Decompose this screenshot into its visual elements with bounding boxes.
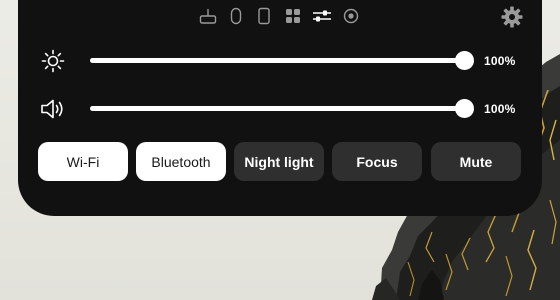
mute-toggle[interactable]: Mute — [431, 142, 521, 181]
focus-toggle-label: Focus — [356, 153, 398, 170]
focus-toggle[interactable]: Focus — [332, 142, 422, 181]
sliders-icon[interactable] — [311, 6, 333, 26]
wifi-toggle[interactable]: Wi-Fi — [38, 142, 128, 181]
volume-slider-row: 100% — [18, 94, 542, 124]
quick-toggles: Wi-Fi Bluetooth Night light Focus Mute — [38, 142, 522, 182]
brightness-value: 100% — [484, 54, 516, 68]
mouse-icon[interactable] — [225, 6, 247, 26]
quick-settings-tabs — [18, 6, 542, 26]
mute-toggle-label: Mute — [459, 153, 493, 170]
volume-slider[interactable] — [90, 99, 474, 118]
night-light-toggle[interactable]: Night light — [234, 142, 324, 181]
apps-grid-icon[interactable] — [282, 6, 304, 26]
volume-value: 100% — [484, 102, 516, 116]
bluetooth-toggle[interactable]: Bluetooth — [136, 142, 226, 181]
brightness-slider[interactable] — [90, 51, 474, 70]
record-icon[interactable] — [340, 6, 362, 26]
sun-icon — [40, 49, 66, 73]
speaker-icon[interactable] — [40, 97, 66, 121]
brightness-slider-thumb[interactable] — [455, 51, 474, 70]
usb-icon[interactable] — [197, 6, 219, 26]
quick-settings-panel: 100% 100% Wi-Fi Bluetooth Night light Fo… — [18, 0, 542, 216]
brightness-slider-fill — [90, 58, 464, 63]
brightness-slider-row: 100% — [18, 46, 542, 76]
volume-slider-fill — [90, 106, 464, 111]
wifi-toggle-label: Wi-Fi — [66, 153, 100, 170]
volume-slider-thumb[interactable] — [455, 99, 474, 118]
gear-icon[interactable] — [499, 4, 525, 30]
bluetooth-toggle-label: Bluetooth — [151, 153, 211, 170]
phone-icon[interactable] — [253, 6, 275, 26]
night-light-toggle-label: Night light — [244, 153, 314, 170]
